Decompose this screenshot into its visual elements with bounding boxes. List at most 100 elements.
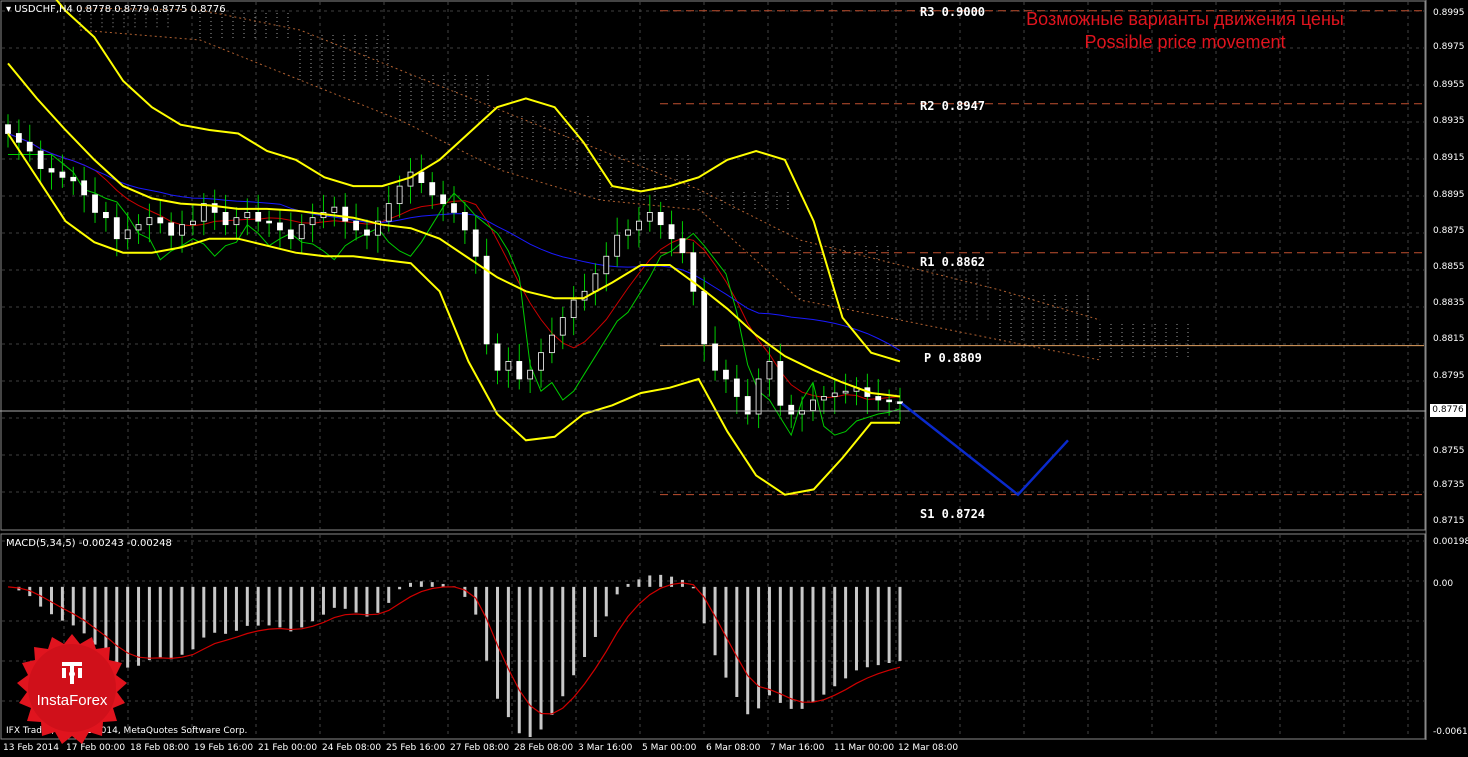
candle-body (723, 369, 729, 380)
candle-body (592, 273, 599, 292)
indicator-lines (7, 133, 901, 437)
candle-body (179, 224, 185, 236)
macd-chart-frame (0, 533, 1426, 740)
price-tick: 0.8735 (1433, 480, 1465, 490)
candle-body (440, 194, 447, 205)
time-tick: 25 Feb 16:00 (386, 743, 446, 753)
candle-body (733, 378, 740, 397)
candle-body (287, 229, 294, 240)
logo-badge (17, 634, 127, 744)
price-tick: 0.8935 (1433, 116, 1465, 126)
bb-middle-line (7, 62, 901, 398)
time-tick: 21 Feb 00:00 (258, 743, 318, 753)
candle-body (538, 352, 544, 371)
candle-body (679, 238, 686, 254)
macd-tick-bottom: -0.00617 (1433, 727, 1468, 737)
candle-body (364, 229, 370, 236)
price-tick: 0.8955 (1433, 80, 1465, 90)
forecast-path (901, 402, 1069, 497)
symbol-info-text: USDCHF,H4 0.8778 0.8779 0.8775 0.8776 (14, 4, 226, 15)
annotation-ru: Возможные варианты движения цены (1026, 9, 1344, 29)
macd-histogram (17, 574, 902, 737)
tenkan-line (7, 133, 901, 400)
price-tick: 0.8715 (1433, 516, 1465, 526)
candle-body (200, 203, 207, 222)
candle-body (494, 343, 501, 371)
candle-body (559, 317, 566, 336)
candle-body (37, 150, 44, 169)
time-tick: 3 Mar 16:00 (578, 743, 633, 753)
instaforex-logo: InstaForex (14, 632, 130, 748)
candle-body (527, 369, 534, 380)
level-label-s1: S1 0.8724 (920, 507, 986, 521)
candle-body (81, 180, 88, 196)
annotation-en: Possible price movement (1084, 32, 1286, 52)
candle-body (233, 217, 240, 226)
candle-body (810, 399, 816, 411)
price-tick: 0.8915 (1433, 153, 1465, 163)
candle-body (15, 133, 22, 143)
price-tick: 0.8815 (1433, 334, 1465, 344)
candle-body (190, 220, 196, 226)
candle-body (222, 211, 229, 226)
candle-body (277, 222, 283, 231)
time-tick: 24 Feb 08:00 (322, 743, 382, 753)
pivot-levels (660, 10, 1424, 496)
candle-body (570, 299, 577, 319)
candles (5, 114, 903, 432)
main-chart-frame (0, 0, 1426, 531)
candle-body (712, 343, 718, 371)
candle-body (516, 361, 523, 380)
level-label-r2: R2 0.8947 (920, 99, 986, 113)
candle-body (298, 224, 305, 240)
candle-body (113, 217, 120, 240)
candle-body (897, 401, 903, 404)
candle-body (690, 252, 697, 292)
level-label-r3: R3 0.9000 (920, 5, 986, 19)
candle-body (385, 203, 392, 222)
candle-body (646, 211, 653, 222)
candle-body (668, 224, 675, 240)
candle-body (396, 185, 403, 205)
price-tick: 0.8995 (1433, 8, 1465, 18)
candle-body (766, 361, 773, 380)
current-price-badge: 0.8776 (1430, 404, 1466, 417)
candle-body (255, 211, 262, 222)
candle-body (636, 220, 642, 231)
candle-body (549, 334, 555, 354)
time-tick: 5 Mar 00:00 (642, 743, 697, 753)
candle-body (353, 220, 359, 231)
candle-body (461, 211, 468, 231)
candle-body (59, 171, 66, 178)
candle-body (146, 217, 153, 226)
candle-body (48, 168, 55, 173)
price-tick: 0.8975 (1433, 42, 1465, 52)
candle-body (266, 220, 272, 224)
macd-tick-top: 0.00198 (1433, 537, 1468, 547)
time-tick: 11 Mar 00:00 (834, 743, 895, 753)
bollinger-bands (7, 0, 901, 496)
candle-body (342, 206, 349, 222)
macd-tick-zero: 0.00 (1433, 579, 1454, 589)
candle-body (472, 229, 479, 257)
candle-body (135, 224, 142, 231)
time-tick: 18 Feb 08:00 (130, 743, 190, 753)
candle-body (820, 396, 827, 401)
time-tick: 12 Mar 08:00 (898, 743, 959, 753)
candle-body (657, 211, 664, 226)
trading-chart[interactable] (0, 0, 1468, 757)
candle-body (331, 206, 338, 213)
candle-body (124, 229, 131, 240)
price-tick: 0.8835 (1433, 298, 1465, 308)
candle-body (831, 392, 838, 397)
price-tick: 0.8875 (1433, 226, 1465, 236)
cloud-edge (79, 7, 1101, 321)
candle-body (505, 361, 512, 371)
candle-body (103, 211, 109, 219)
kijun-line (7, 133, 901, 352)
time-tick: 28 Feb 08:00 (514, 743, 574, 753)
time-tick: 27 Feb 08:00 (450, 743, 510, 753)
candle-body (244, 211, 251, 219)
macd-label: MACD(5,34,5) -0.00243 -0.00248 (6, 538, 172, 549)
symbol-info: ▾ USDCHF,H4 0.8778 0.8779 0.8775 0.8776 (6, 4, 226, 15)
